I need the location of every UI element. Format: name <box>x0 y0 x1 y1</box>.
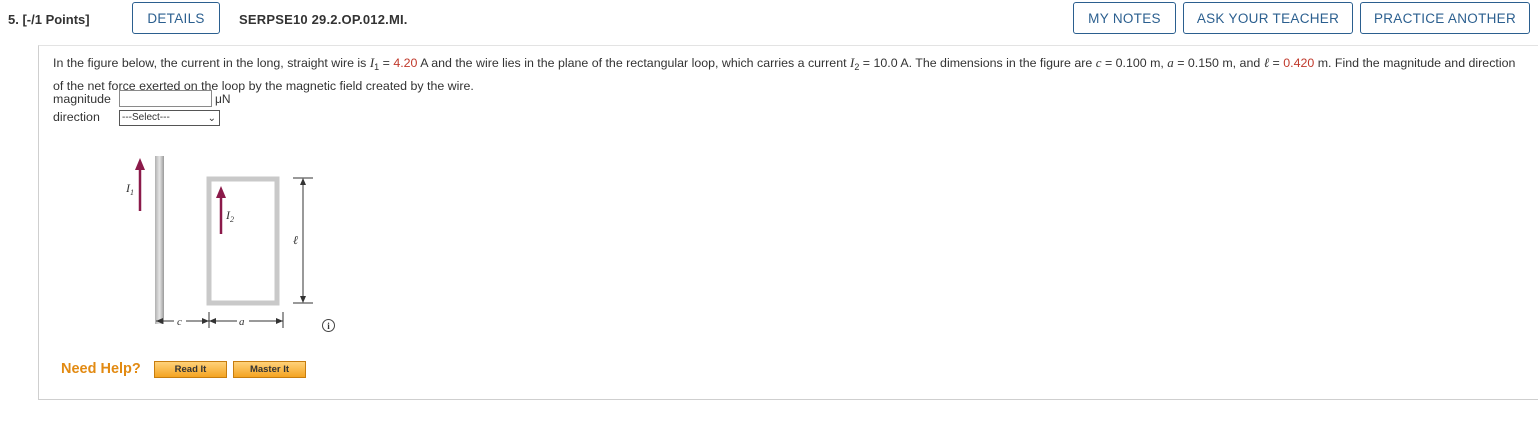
straight-wire <box>155 156 164 324</box>
magnitude-unit: μN <box>215 92 231 106</box>
label-i2: I2 <box>225 208 234 224</box>
practice-another-button[interactable]: PRACTICE ANOTHER <box>1360 2 1530 34</box>
need-help-label: Need Help? <box>61 361 141 377</box>
current-i2-arrowhead <box>216 186 226 198</box>
a-dim-arrow-left <box>209 318 216 324</box>
direction-selected-value: ---Select--- <box>122 112 170 123</box>
l-dim-arrow-down <box>300 296 306 303</box>
label-i1: I1 <box>125 181 134 197</box>
wire-loop-figure: I1 I2 ℓ c a <box>125 156 313 328</box>
magnitude-label: magnitude <box>53 92 111 106</box>
c-dim-arrow-right <box>202 318 209 324</box>
label-l: ℓ <box>293 233 298 247</box>
direction-select[interactable]: ---Select--- ⌄ <box>119 110 220 126</box>
i1-value: 4.20 <box>393 56 418 70</box>
master-it-button[interactable]: Master It <box>233 361 306 378</box>
label-c: c <box>177 316 182 328</box>
question-header: 5. [-/1 Points] DETAILS SERPSE10 29.2.OP… <box>0 0 1538 40</box>
magnitude-input[interactable] <box>119 90 212 107</box>
l-value: 0.420 <box>1283 56 1315 70</box>
my-notes-button[interactable]: MY NOTES <box>1073 2 1176 34</box>
l-dim-arrow-up <box>300 178 306 185</box>
question-points: 5. [-/1 Points] <box>8 12 90 27</box>
current-i1-arrowhead <box>135 158 145 170</box>
problem-code: SERPSE10 29.2.OP.012.MI. <box>239 12 408 27</box>
direction-label: direction <box>53 110 100 124</box>
a-dim-arrow-right <box>276 318 283 324</box>
details-button[interactable]: DETAILS <box>132 2 220 34</box>
ask-teacher-button[interactable]: ASK YOUR TEACHER <box>1183 2 1353 34</box>
read-it-button[interactable]: Read It <box>154 361 227 378</box>
info-icon[interactable]: i <box>322 319 335 332</box>
label-a: a <box>239 316 245 328</box>
chevron-down-icon: ⌄ <box>207 113 216 124</box>
question-content: In the figure below, the current in the … <box>38 45 1538 400</box>
question-text: In the figure below, the current in the … <box>53 55 1516 93</box>
